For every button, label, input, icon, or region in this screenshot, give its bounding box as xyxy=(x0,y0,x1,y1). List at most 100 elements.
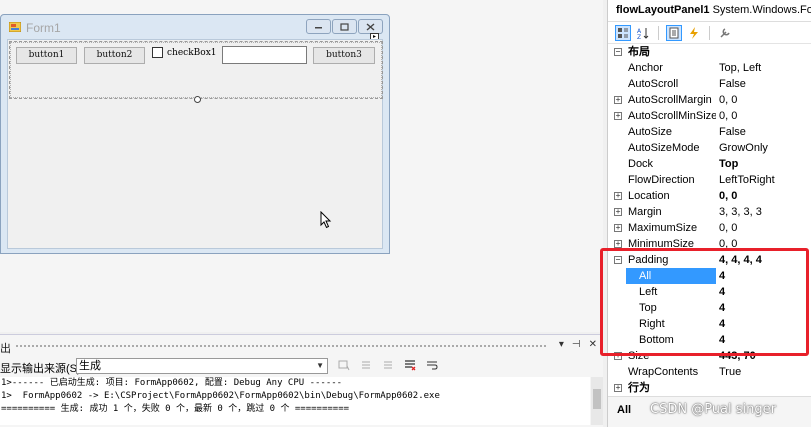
output-header: 出 ▾ ⊣ ✕ xyxy=(0,337,603,355)
property-row[interactable]: All 4 xyxy=(608,268,811,284)
categorized-button[interactable] xyxy=(615,24,631,41)
property-row[interactable]: + Margin 3, 3, 3, 3 xyxy=(608,204,811,220)
property-value[interactable]: GrowOnly xyxy=(719,140,811,156)
pin-icon[interactable]: ⊣ xyxy=(572,339,581,350)
expand-icon[interactable]: + xyxy=(614,192,622,200)
alphabetical-button[interactable]: AZ xyxy=(635,25,651,41)
minimize-button[interactable] xyxy=(306,19,331,34)
property-value[interactable]: 4 xyxy=(719,284,811,300)
property-row[interactable]: WrapContents True xyxy=(608,364,811,380)
properties-view-button[interactable] xyxy=(666,24,682,41)
output-scroll-thumb[interactable] xyxy=(593,389,601,409)
button1[interactable]: button1 xyxy=(16,47,77,64)
property-value[interactable]: 4 xyxy=(719,332,811,348)
property-row[interactable]: Anchor Top, Left xyxy=(608,60,811,76)
property-value[interactable]: 3, 3, 3, 3 xyxy=(719,204,811,220)
collapse-icon[interactable]: − xyxy=(614,48,622,56)
property-value[interactable]: 4 xyxy=(719,316,811,332)
resize-handle[interactable] xyxy=(194,96,201,103)
property-row[interactable]: + MinimumSize 0, 0 xyxy=(608,236,811,252)
minimize-icon xyxy=(315,27,322,29)
property-row[interactable]: − Padding 4, 4, 4, 4 xyxy=(608,252,811,268)
wrench-icon xyxy=(720,27,730,38)
output-source-row: 显示输出来源(S): 生成 ▼ xyxy=(0,357,603,375)
designer-surface: Form1 ▸ button1 button2 checkBox1 button… xyxy=(0,0,603,332)
property-row[interactable]: + MaximumSize 0, 0 xyxy=(608,220,811,236)
output-source-select[interactable]: 生成 ▼ xyxy=(76,358,328,374)
expand-icon[interactable]: + xyxy=(614,352,622,360)
property-row[interactable]: + Location 0, 0 xyxy=(608,188,811,204)
find-message-icon[interactable] xyxy=(338,359,350,371)
property-value[interactable]: 0, 0 xyxy=(719,188,811,204)
property-value[interactable]: 4 xyxy=(719,268,811,284)
textbox1[interactable] xyxy=(222,46,307,64)
property-value[interactable]: False xyxy=(719,76,811,92)
expand-icon[interactable]: + xyxy=(614,112,622,120)
checkbox1[interactable]: checkBox1 xyxy=(152,47,217,58)
output-toolbar xyxy=(338,359,438,371)
property-value[interactable]: False xyxy=(719,124,811,140)
expand-icon[interactable]: + xyxy=(614,384,622,392)
property-category[interactable]: + 行为 xyxy=(608,380,811,396)
property-name: Size xyxy=(628,350,650,362)
close-icon xyxy=(366,22,375,31)
clear-all-icon[interactable] xyxy=(404,359,416,371)
property-value[interactable]: 0, 0 xyxy=(719,236,811,252)
checkbox-box[interactable] xyxy=(152,47,163,58)
button3[interactable]: button3 xyxy=(313,47,375,64)
property-row[interactable]: + AutoScrollMargin 0, 0 xyxy=(608,92,811,108)
property-value[interactable]: 4, 4, 4, 4 xyxy=(719,252,811,268)
property-row[interactable]: AutoSize False xyxy=(608,124,811,140)
property-value[interactable]: 0, 0 xyxy=(719,92,811,108)
property-value[interactable]: 0, 0 xyxy=(719,108,811,124)
next-message-icon[interactable] xyxy=(382,359,394,371)
property-value[interactable]: Top xyxy=(719,156,811,172)
property-name: Right xyxy=(639,318,665,330)
property-value[interactable]: 0, 0 xyxy=(719,220,811,236)
property-value[interactable]: Top, Left xyxy=(719,60,811,76)
property-name: Left xyxy=(639,286,658,298)
property-row[interactable]: Bottom 4 xyxy=(608,332,811,348)
property-value[interactable]: LeftToRight xyxy=(719,172,811,188)
close-button[interactable] xyxy=(358,19,383,34)
lightning-icon xyxy=(690,26,698,39)
category-label: 布局 xyxy=(628,46,650,58)
property-row[interactable]: + Size 443, 70 xyxy=(608,348,811,364)
property-row[interactable]: Dock Top xyxy=(608,156,811,172)
maximize-button[interactable] xyxy=(332,19,357,34)
property-name: AutoScrollMargin xyxy=(628,94,712,106)
expand-icon[interactable]: + xyxy=(614,224,622,232)
collapse-icon[interactable]: − xyxy=(614,256,622,264)
properties-object-selector[interactable]: flowLayoutPanel1 System.Windows.Fo xyxy=(608,0,811,22)
property-pages-button[interactable] xyxy=(717,25,733,41)
property-value[interactable]: 4 xyxy=(719,300,811,316)
expand-icon[interactable]: + xyxy=(614,96,622,104)
close-panel-icon[interactable]: ✕ xyxy=(589,339,597,350)
property-row[interactable]: + AutoScrollMinSize 0, 0 xyxy=(608,108,811,124)
property-row[interactable]: Left 4 xyxy=(608,284,811,300)
property-name: WrapContents xyxy=(628,366,699,378)
output-line: 1>------ 已启动生成: 项目: FormApp0602, 配置: Deb… xyxy=(1,378,343,388)
property-row[interactable]: AutoScroll False xyxy=(608,76,811,92)
sort-alpha-icon: AZ xyxy=(637,27,649,39)
output-text-area[interactable]: 1>------ 已启动生成: 项目: FormApp0602, 配置: Deb… xyxy=(0,377,590,425)
flow-layout-panel[interactable]: button1 button2 checkBox1 button3 xyxy=(9,41,383,103)
property-row[interactable]: AutoSizeMode GrowOnly xyxy=(608,140,811,156)
prev-message-icon[interactable] xyxy=(360,359,372,371)
property-category[interactable]: − 布局 xyxy=(608,44,811,60)
property-row[interactable]: Right 4 xyxy=(608,316,811,332)
expand-icon[interactable]: + xyxy=(614,240,622,248)
button2[interactable]: button2 xyxy=(84,47,145,64)
property-row[interactable]: FlowDirection LeftToRight xyxy=(608,172,811,188)
property-value[interactable]: 443, 70 xyxy=(719,348,811,364)
word-wrap-icon[interactable] xyxy=(426,359,438,371)
category-label: 行为 xyxy=(628,382,650,394)
property-value[interactable]: True xyxy=(719,364,811,380)
output-header-grip[interactable] xyxy=(16,345,546,347)
dropdown-icon[interactable]: ▾ xyxy=(559,339,564,350)
events-button[interactable] xyxy=(686,25,702,41)
property-name: Dock xyxy=(628,158,654,170)
property-row[interactable]: Top 4 xyxy=(608,300,811,316)
output-scrollbar[interactable] xyxy=(591,377,603,425)
expand-icon[interactable]: + xyxy=(614,208,622,216)
